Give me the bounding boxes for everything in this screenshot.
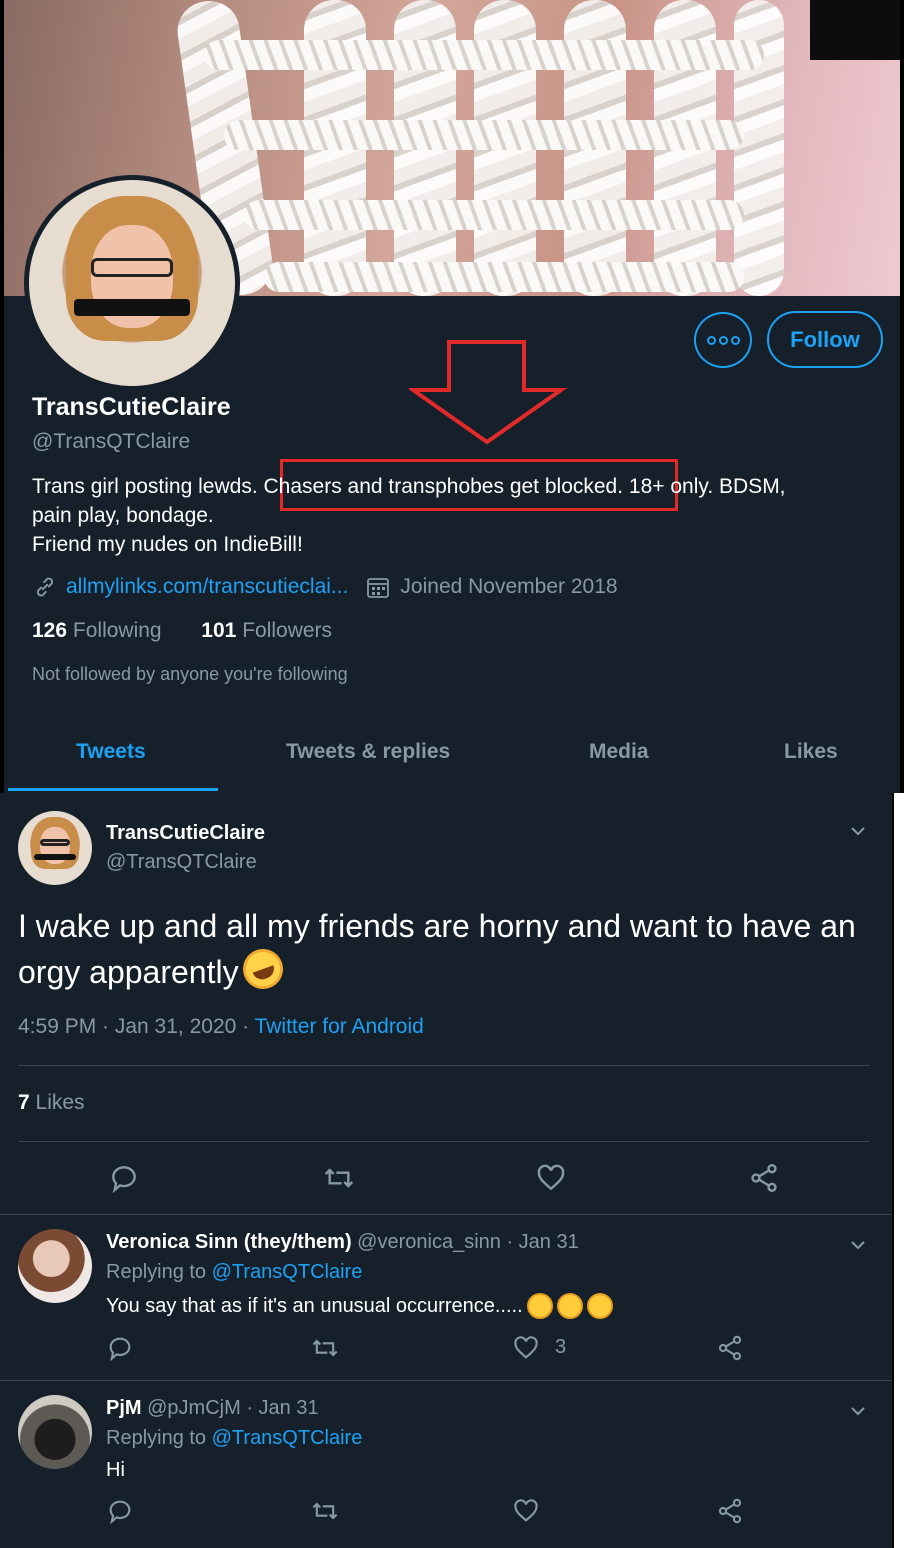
retweet-icon[interactable]	[310, 1497, 340, 1525]
bio-text: Friend my nudes on IndieBill!	[32, 533, 303, 556]
chevron-down-icon[interactable]	[850, 1237, 866, 1253]
tweet-author-name[interactable]: TransCutieClaire	[106, 822, 265, 845]
reply-handle-date: @veronica_sinn · Jan 31	[357, 1231, 579, 1253]
profile-display-name: TransCutieClaire	[32, 393, 231, 421]
more-icon	[706, 335, 716, 345]
reply-author-name[interactable]: Veronica Sinn (they/them)	[106, 1231, 352, 1253]
profile-tabs: Tweets Tweets & replies Media Likes	[4, 722, 900, 792]
annotation-arrow-icon	[409, 340, 568, 445]
divider	[18, 1141, 870, 1142]
reply-handle-date: @pJmCjM · Jan 31	[147, 1397, 319, 1419]
joined-date: Joined November 2018	[400, 575, 618, 598]
sweat-smile-emoji-icon	[586, 1293, 613, 1319]
reply-icon[interactable]	[108, 1162, 140, 1194]
share-icon[interactable]	[716, 1497, 744, 1525]
reply-author-name[interactable]: PjM	[106, 1397, 142, 1419]
tab-likes[interactable]: Likes	[784, 740, 838, 764]
replying-to: Replying to @TransQTClaire	[106, 1261, 363, 1283]
rolling-laughing-emoji-icon	[236, 943, 289, 995]
link-icon	[36, 577, 54, 597]
reply-tweet[interactable]: PjM @pJmCjM · Jan 31 Replying to @TransQ…	[0, 1381, 894, 1548]
reply-text: Hi	[106, 1459, 125, 1481]
likes-count[interactable]: 7 Likes	[18, 1091, 85, 1115]
profile-section: Follow TransCutieClaire @TransQTClaire T…	[0, 0, 904, 793]
profile-website-link[interactable]: allmylinks.com/transcutieclai...	[66, 575, 348, 599]
heart-icon[interactable]	[512, 1497, 540, 1525]
more-options-button[interactable]	[694, 312, 752, 368]
chevron-down-icon[interactable]	[850, 823, 866, 839]
bio-text: Trans girl posting lewds.	[32, 475, 258, 498]
bio-highlight-text: Chasers and transphobes get blocked.	[263, 475, 624, 498]
tweet-timestamp: 4:59 PM · Jan 31, 2020 · Twitter for And…	[18, 1015, 424, 1038]
heart-icon[interactable]	[512, 1334, 540, 1362]
follow-counts: 126 Following 101 Followers	[32, 619, 332, 643]
share-icon[interactable]	[748, 1162, 780, 1194]
like-count: 3	[555, 1336, 567, 1358]
tweet-thread: TransCutieClaire @TransQTClaire I wake u…	[0, 793, 894, 1548]
share-icon[interactable]	[716, 1334, 744, 1362]
replying-to: Replying to @TransQTClaire	[106, 1427, 363, 1449]
heart-icon[interactable]	[535, 1162, 567, 1194]
profile-bio: Trans girl posting lewds. Chasers and tr…	[32, 472, 882, 559]
active-tab-indicator	[8, 788, 218, 791]
bio-text: 18+ only. BDSM,	[628, 475, 786, 498]
tab-tweets-replies[interactable]: Tweets & replies	[286, 740, 450, 764]
tab-tweets[interactable]: Tweets	[76, 740, 146, 764]
calendar-icon	[367, 578, 390, 598]
reply-icon[interactable]	[106, 1334, 134, 1362]
retweet-icon[interactable]	[310, 1334, 340, 1362]
tweet-text: I wake up and all my friends are horny a…	[18, 903, 878, 995]
not-followed-note: Not followed by anyone you're following	[32, 664, 348, 684]
followers-link[interactable]: 101 Followers	[201, 619, 332, 642]
retweet-icon[interactable]	[322, 1162, 356, 1194]
profile-meta: allmylinks.com/transcutieclai... Joined …	[32, 574, 618, 600]
thinking-face-emoji-icon	[526, 1293, 553, 1319]
smirking-face-emoji-icon	[556, 1293, 583, 1319]
tweet-author-handle[interactable]: @TransQTClaire	[106, 851, 257, 874]
divider	[18, 1065, 870, 1066]
follow-button[interactable]: Follow	[767, 311, 883, 368]
tweet-author-avatar[interactable]	[18, 811, 92, 885]
mention-link[interactable]: @TransQTClaire	[212, 1427, 363, 1449]
tweet-source-link[interactable]: Twitter for Android	[255, 1015, 424, 1038]
following-link[interactable]: 126 Following	[32, 619, 162, 642]
mention-link[interactable]: @TransQTClaire	[212, 1261, 363, 1283]
tab-media[interactable]: Media	[589, 740, 649, 764]
reply-author-avatar[interactable]	[18, 1229, 92, 1303]
reply-text: You say that as if it's an unusual occur…	[106, 1293, 613, 1319]
chevron-down-icon[interactable]	[850, 1403, 866, 1419]
bio-text: pain play, bondage.	[32, 504, 214, 527]
profile-avatar[interactable]	[24, 175, 240, 391]
reply-icon[interactable]	[106, 1497, 134, 1525]
profile-handle: @TransQTClaire	[32, 430, 191, 453]
reply-tweet[interactable]: Veronica Sinn (they/them) @veronica_sinn…	[0, 1215, 894, 1380]
reply-author-avatar[interactable]	[18, 1395, 92, 1469]
